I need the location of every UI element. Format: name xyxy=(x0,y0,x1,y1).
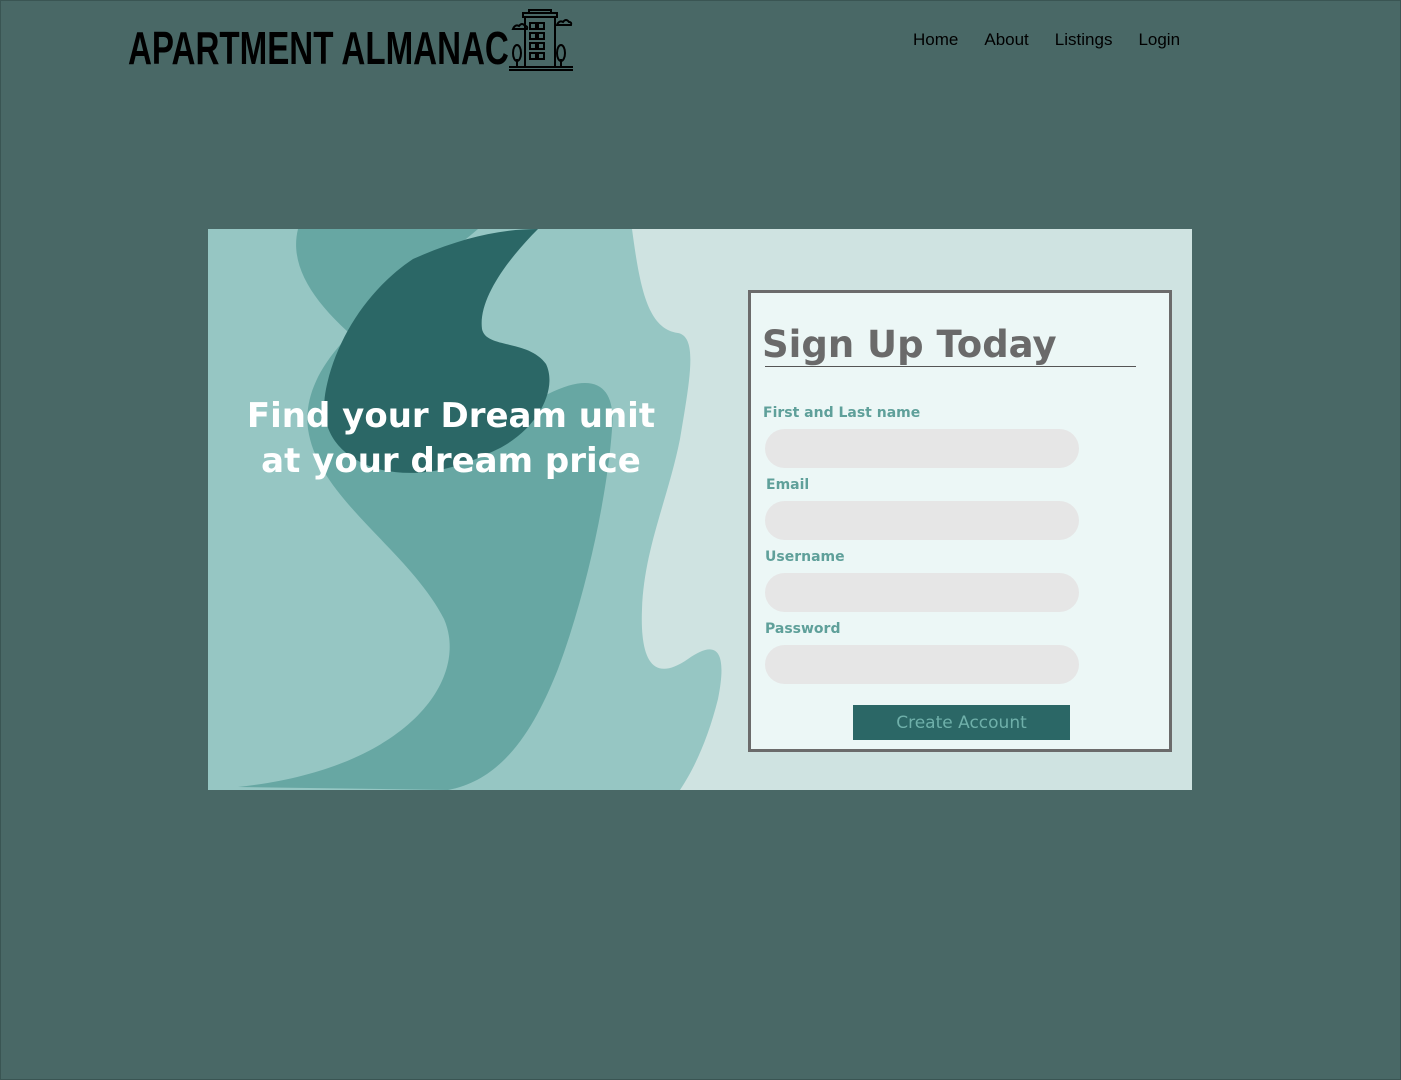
create-account-button[interactable]: Create Account xyxy=(853,705,1070,740)
nav-about-link[interactable]: About xyxy=(971,29,1041,51)
email-field-label: Email xyxy=(766,477,810,493)
brand[interactable]: APARTMENT ALMANAC xyxy=(128,9,657,74)
apartment-building-icon xyxy=(509,9,573,71)
main-nav: Home About Listings Login xyxy=(900,29,1193,51)
hero-banner: Find your Dream unit at your dream price… xyxy=(208,229,1192,790)
password-field-label: Password xyxy=(765,621,841,637)
hero-headline: Find your Dream unit at your dream price xyxy=(226,394,676,484)
password-input[interactable] xyxy=(765,645,1079,684)
hero-headline-line2: at your dream price xyxy=(261,441,641,481)
name-input[interactable] xyxy=(765,429,1079,468)
signup-form: Sign Up Today First and Last name Email … xyxy=(748,290,1172,752)
nav-listings-link[interactable]: Listings xyxy=(1042,29,1126,51)
username-input[interactable] xyxy=(765,573,1079,612)
hero-headline-line1: Find your Dream unit xyxy=(246,396,656,436)
username-field-label: Username xyxy=(765,549,845,565)
nav-login-link[interactable]: Login xyxy=(1125,29,1193,51)
name-field-label: First and Last name xyxy=(763,405,921,421)
brand-name: APARTMENT ALMANAC xyxy=(128,22,509,74)
title-divider xyxy=(765,366,1136,367)
signup-title: Sign Up Today xyxy=(762,323,1057,366)
email-input[interactable] xyxy=(765,501,1079,540)
nav-home-link[interactable]: Home xyxy=(900,29,971,51)
